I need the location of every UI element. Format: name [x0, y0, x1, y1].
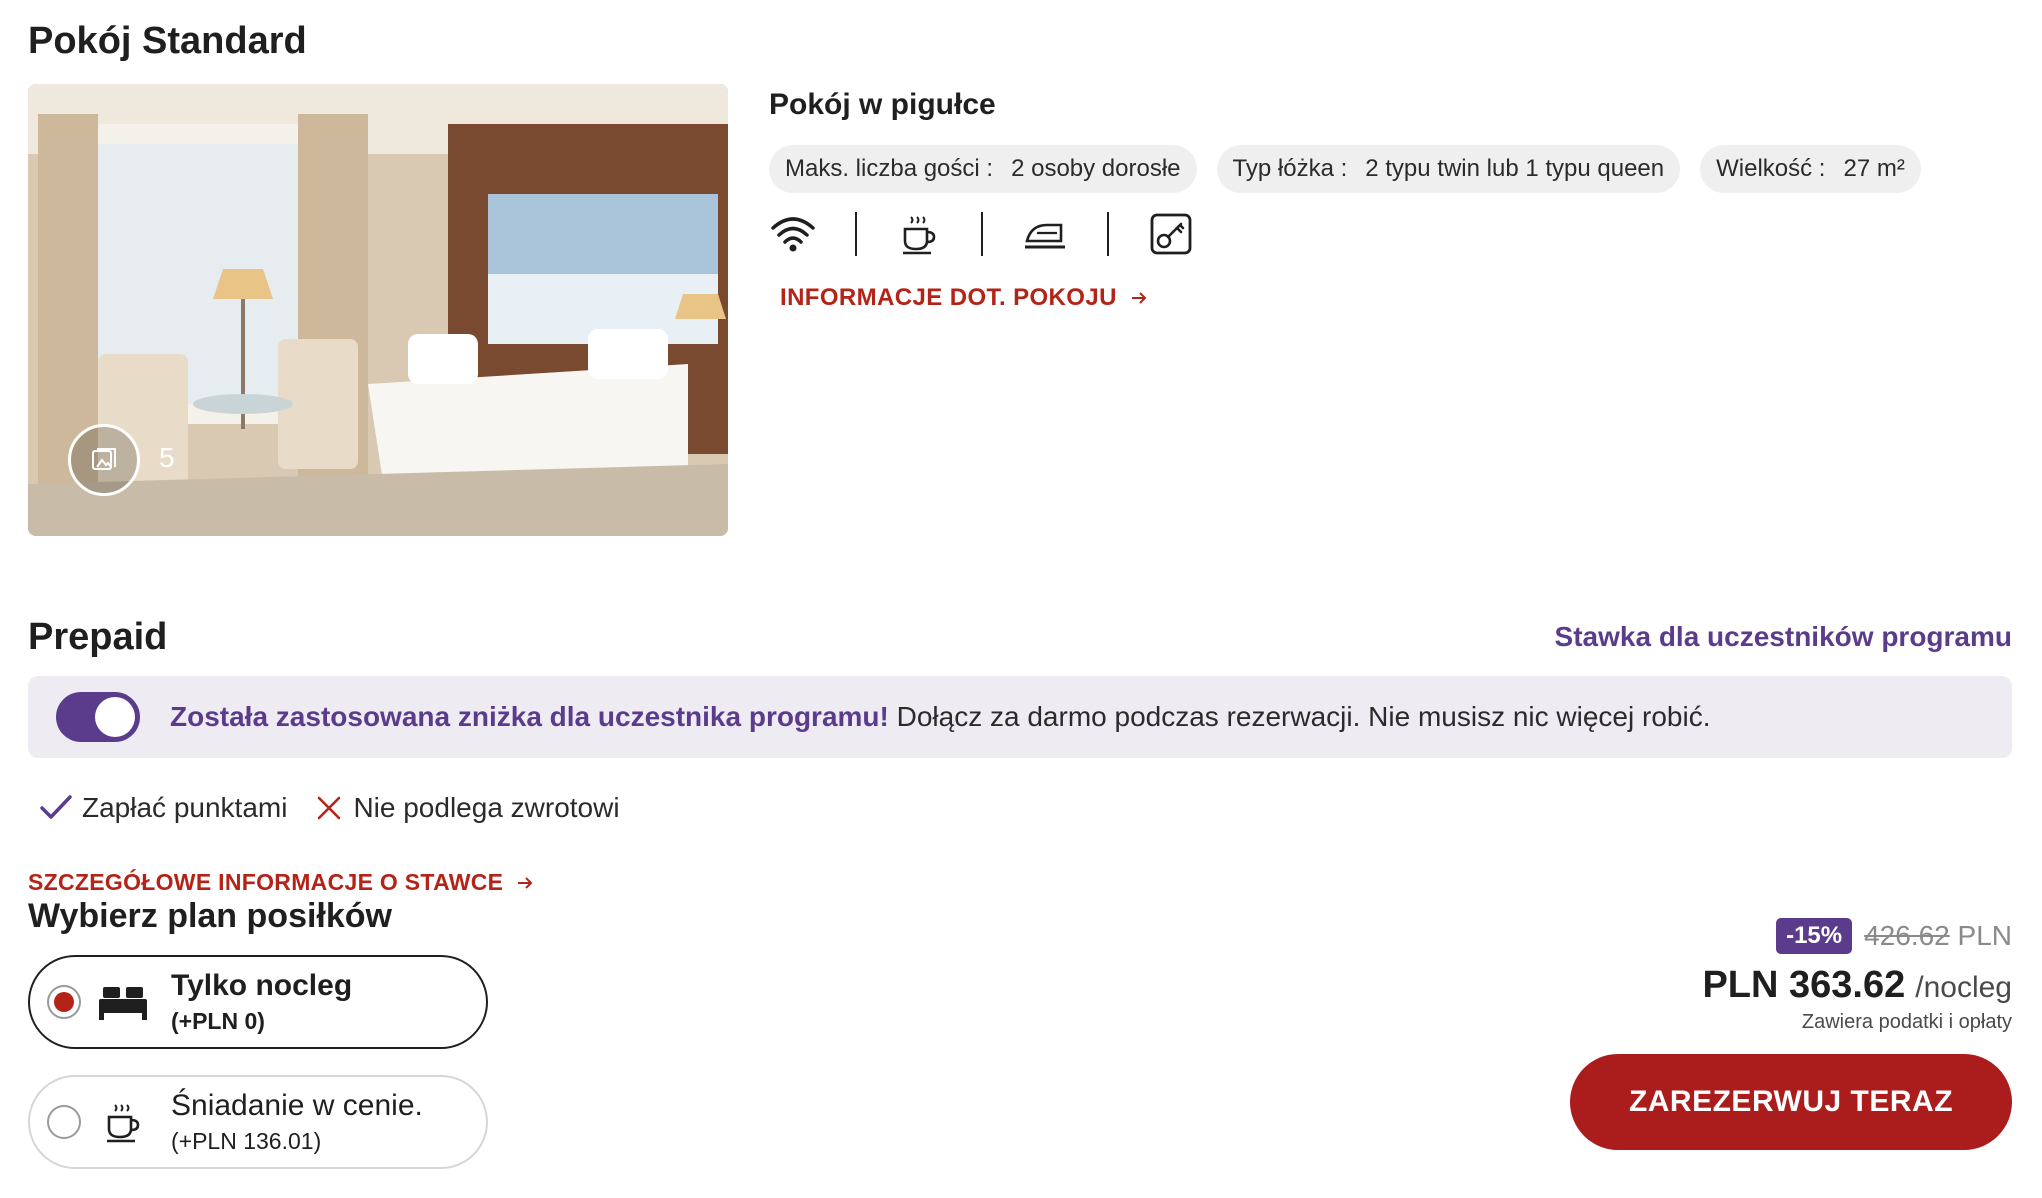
meal-option-name: Śniadanie w cenie. — [171, 1089, 423, 1122]
meal-option-breakfast[interactable]: Śniadanie w cenie. (+PLN 136.01) — [28, 1075, 488, 1169]
divider — [981, 212, 983, 256]
chip-value: 2 osoby dorosłe — [1011, 155, 1181, 182]
coffee-icon — [95, 1097, 151, 1147]
divider — [1107, 212, 1109, 256]
feature-non-refundable: Nie podlega zwrotowi — [315, 792, 620, 824]
current-price: PLN 363.62 — [1702, 964, 1906, 1006]
room-info-link[interactable]: INFORMACJE DOT. POKOJU — [780, 284, 1147, 312]
arrow-right-icon — [1131, 292, 1147, 304]
radio-unselected[interactable] — [47, 1105, 81, 1139]
bed-icon — [95, 977, 151, 1027]
old-price: 426.62 PLN — [1864, 920, 2012, 952]
arrow-right-icon — [518, 876, 533, 889]
room-info-link-label: INFORMACJE DOT. POKOJU — [780, 284, 1117, 311]
key-card-icon — [1147, 210, 1195, 258]
radio-selected[interactable] — [47, 985, 81, 1019]
rate-details-link-label: SZCZEGÓŁOWE INFORMACJE O STAWCE — [28, 869, 504, 895]
chip-value: 2 typu twin lub 1 typu queen — [1365, 155, 1665, 182]
chip-bed-type: Typ łóżka : 2 typu twin lub 1 typu queen — [1216, 145, 1681, 193]
member-discount-banner: Została zastosowana zniżka dla uczestnik… — [28, 676, 2012, 758]
meal-option-room-only[interactable]: Tylko nocleg (+PLN 0) — [28, 955, 488, 1049]
meal-option-price: (+PLN 136.01) — [171, 1128, 322, 1154]
discount-badge: -15% — [1776, 918, 1853, 954]
banner-detail-text: Dołącz za darmo podczas rezerwacji. Nie … — [888, 701, 1711, 732]
price-row: PLN 363.62 /nocleg — [1702, 964, 2012, 1007]
room-chips: Maks. liczba gości : 2 osoby dorosłe Typ… — [769, 145, 1921, 193]
coffee-icon — [895, 210, 943, 258]
chip-label: Maks. liczba gości : — [785, 155, 994, 182]
chip-value: 27 m² — [1843, 155, 1905, 182]
toggle-knob — [95, 697, 135, 737]
old-price-amount: 426.62 — [1864, 920, 1950, 951]
divider — [855, 212, 857, 256]
chip-max-guests: Maks. liczba gości : 2 osoby dorosłe — [769, 145, 1197, 193]
feature-label: Nie podlega zwrotowi — [353, 792, 620, 823]
discount-row: -15% 426.62 PLN — [1776, 918, 2012, 954]
member-discount-toggle[interactable] — [56, 692, 140, 742]
taxes-note: Zawiera podatki i opłaty — [1801, 1011, 2012, 1033]
feature-label: Zapłać punktami — [82, 792, 288, 823]
chip-room-size: Wielkość : 27 m² — [1700, 145, 1921, 193]
check-icon — [40, 795, 72, 819]
gallery-button[interactable] — [68, 424, 140, 496]
feature-pay-points: Zapłać punktami — [40, 792, 287, 824]
gallery-count: 5 — [159, 442, 175, 473]
room-summary-title: Pokój w pigułce — [769, 88, 996, 121]
price-unit: /nocleg — [1915, 971, 2012, 1004]
member-rate-label: Stawka dla uczestników programu — [1554, 621, 2012, 652]
banner-text: Została zastosowana zniżka dla uczestnik… — [170, 701, 1710, 733]
iron-icon — [1021, 210, 1069, 258]
old-price-currency: PLN — [1949, 920, 2012, 951]
meal-plan-title: Wybierz plan posiłków — [28, 897, 392, 935]
radio-dot — [54, 992, 74, 1012]
room-photo[interactable]: 5 — [28, 84, 728, 536]
chip-label: Wielkość : — [1716, 155, 1826, 182]
amenities-row — [769, 209, 1195, 259]
rate-title: Prepaid — [28, 616, 168, 658]
banner-strong-text: Została zastosowana zniżka dla uczestnik… — [170, 701, 889, 732]
meal-option-price: (+PLN 0) — [171, 1008, 265, 1034]
room-title: Pokój Standard — [28, 20, 307, 62]
meal-option-name: Tylko nocleg — [171, 969, 353, 1002]
rate-features: Zapłać punktami Nie podlega zwrotowi — [40, 792, 648, 824]
wifi-icon — [769, 210, 817, 258]
gallery-icon — [92, 448, 116, 470]
rate-details-link[interactable]: SZCZEGÓŁOWE INFORMACJE O STAWCE — [28, 869, 533, 896]
chip-label: Typ łóżka : — [1232, 155, 1348, 182]
book-now-button[interactable]: ZAREZERWUJ TERAZ — [1570, 1054, 2012, 1150]
cross-icon — [318, 796, 341, 820]
